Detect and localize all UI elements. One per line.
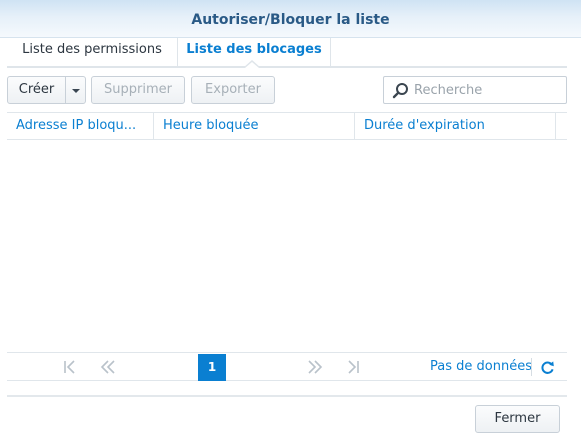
current-page-indicator[interactable]: 1: [198, 354, 226, 381]
dialog-title: Autoriser/Bloquer la liste: [191, 12, 390, 28]
create-menu-button[interactable]: [65, 76, 86, 104]
pager-status: Pas de données: [430, 359, 532, 374]
grid-body: [7, 140, 567, 352]
column-header-expiration[interactable]: Durée d'expiration: [355, 113, 556, 139]
allow-block-list-dialog: Autoriser/Bloquer la liste Liste des per…: [0, 0, 581, 433]
next-page-icon[interactable]: [307, 359, 323, 375]
footer-divider: [7, 395, 567, 397]
pager-divider: [531, 358, 532, 376]
pagination-bar: 1 Pas de données: [7, 352, 567, 381]
refresh-icon[interactable]: [540, 360, 555, 375]
first-page-icon[interactable]: [62, 359, 78, 375]
grid-header: Adresse IP bloqu... Heure bloquée Durée …: [7, 112, 567, 140]
active-tab-indicator-fill: [245, 62, 259, 68]
delete-button[interactable]: Supprimer: [91, 76, 185, 104]
background-window-edge: [40, 0, 580, 4]
tab-bar: Liste des permissions Liste des blocages: [7, 38, 567, 68]
close-button[interactable]: Fermer: [475, 405, 560, 433]
column-header-blocked-ip[interactable]: Adresse IP bloqu...: [7, 113, 154, 139]
dialog-titlebar[interactable]: Autoriser/Bloquer la liste: [0, 0, 581, 38]
last-page-icon[interactable]: [345, 359, 361, 375]
previous-page-icon[interactable]: [100, 359, 116, 375]
chevron-down-icon: [72, 89, 80, 93]
search-box[interactable]: [383, 76, 567, 104]
tab-permissions-list[interactable]: Liste des permissions: [7, 38, 177, 66]
search-input[interactable]: [414, 81, 562, 100]
search-icon: [392, 83, 408, 99]
export-button[interactable]: Exporter: [191, 76, 275, 104]
column-header-blocked-time[interactable]: Heure bloquée: [154, 113, 355, 139]
create-button[interactable]: Créer: [7, 76, 66, 104]
